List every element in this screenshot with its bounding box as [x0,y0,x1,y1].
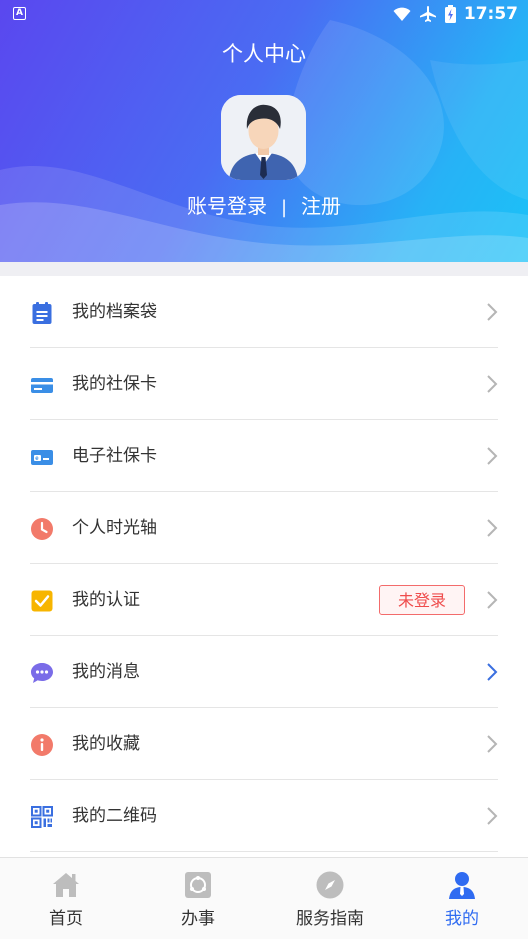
compass-icon [316,871,344,899]
home-icon [53,873,79,897]
default-avatar-icon [221,95,306,180]
chevron-right-icon [487,807,498,825]
profile-header: A 17:57 个人中心 账号登录 | 注册 [0,0,528,262]
menu-item-label: 我的社保卡 [72,374,157,394]
tab-label: 办事 [181,909,215,929]
tab-label: 我的 [445,909,479,929]
chat-bubble-icon [31,663,53,683]
chevron-right-icon [487,663,498,681]
auth-separator: | [280,197,288,218]
menu-item-messages[interactable]: 我的消息 [0,636,528,708]
chevron-right-icon [487,303,498,321]
menu-item-favorites[interactable]: 我的收藏 [0,708,528,780]
menu-item-label: 我的二维码 [72,806,157,826]
menu-item-label: 我的档案袋 [72,302,157,322]
menu-item-label: 我的收藏 [72,734,140,754]
menu-item-verification[interactable]: 我的认证 未登录 [0,564,528,636]
menu-item-label: 我的消息 [72,662,140,682]
check-square-icon [31,590,53,612]
menu-item-label: 个人时光轴 [72,518,157,538]
register-link[interactable]: 注册 [301,190,341,219]
menu-item-archive[interactable]: 我的档案袋 [0,276,528,348]
tab-services[interactable]: 办事 [132,858,264,939]
page-title: 个人中心 [222,42,306,66]
divider [30,851,498,852]
airplane-mode-icon [419,6,436,22]
tab-service-guide[interactable]: 服务指南 [264,858,396,939]
login-link[interactable]: 账号登录 [187,190,267,219]
tab-mine[interactable]: 我的 [396,858,528,939]
chevron-right-icon [487,519,498,537]
menu-item-label: 我的认证 [72,590,140,610]
status-bar: A 17:57 [0,0,528,28]
battery-charging-icon [444,5,456,23]
menu-item-timeline[interactable]: 个人时光轴 [0,492,528,564]
wifi-icon [393,7,411,21]
chevron-right-icon [487,447,498,465]
profile-menu: 我的档案袋 我的社保卡 e 电子社保卡 个人时光轴 我的认证 未登录 我的消息 … [0,276,528,852]
qr-code-icon [31,806,53,828]
menu-item-label: 电子社保卡 [72,446,157,466]
chevron-right-icon [487,735,498,753]
user-icon [449,872,475,899]
tab-label: 服务指南 [296,909,364,929]
info-icon [31,734,53,756]
clipboard-icon [32,302,52,324]
notification-a-icon: A [13,7,26,20]
menu-item-qr-code[interactable]: 我的二维码 [0,780,528,852]
clock-time: 17:57 [463,4,518,24]
chevron-right-icon [487,375,498,393]
menu-item-e-social-card[interactable]: e 电子社保卡 [0,420,528,492]
not-logged-in-badge: 未登录 [379,585,465,615]
card-icon [31,378,53,393]
auth-links: 账号登录 | 注册 [0,190,528,219]
e-card-icon: e [31,450,53,465]
bottom-tab-bar: 首页 办事 服务指南 我的 [0,857,528,939]
tab-home[interactable]: 首页 [0,858,132,939]
clock-icon [31,518,53,540]
menu-item-social-card[interactable]: 我的社保卡 [0,348,528,420]
chevron-right-icon [487,591,498,609]
services-icon [185,872,211,898]
section-gap [0,262,528,276]
avatar[interactable] [221,95,306,180]
tab-label: 首页 [49,909,83,929]
